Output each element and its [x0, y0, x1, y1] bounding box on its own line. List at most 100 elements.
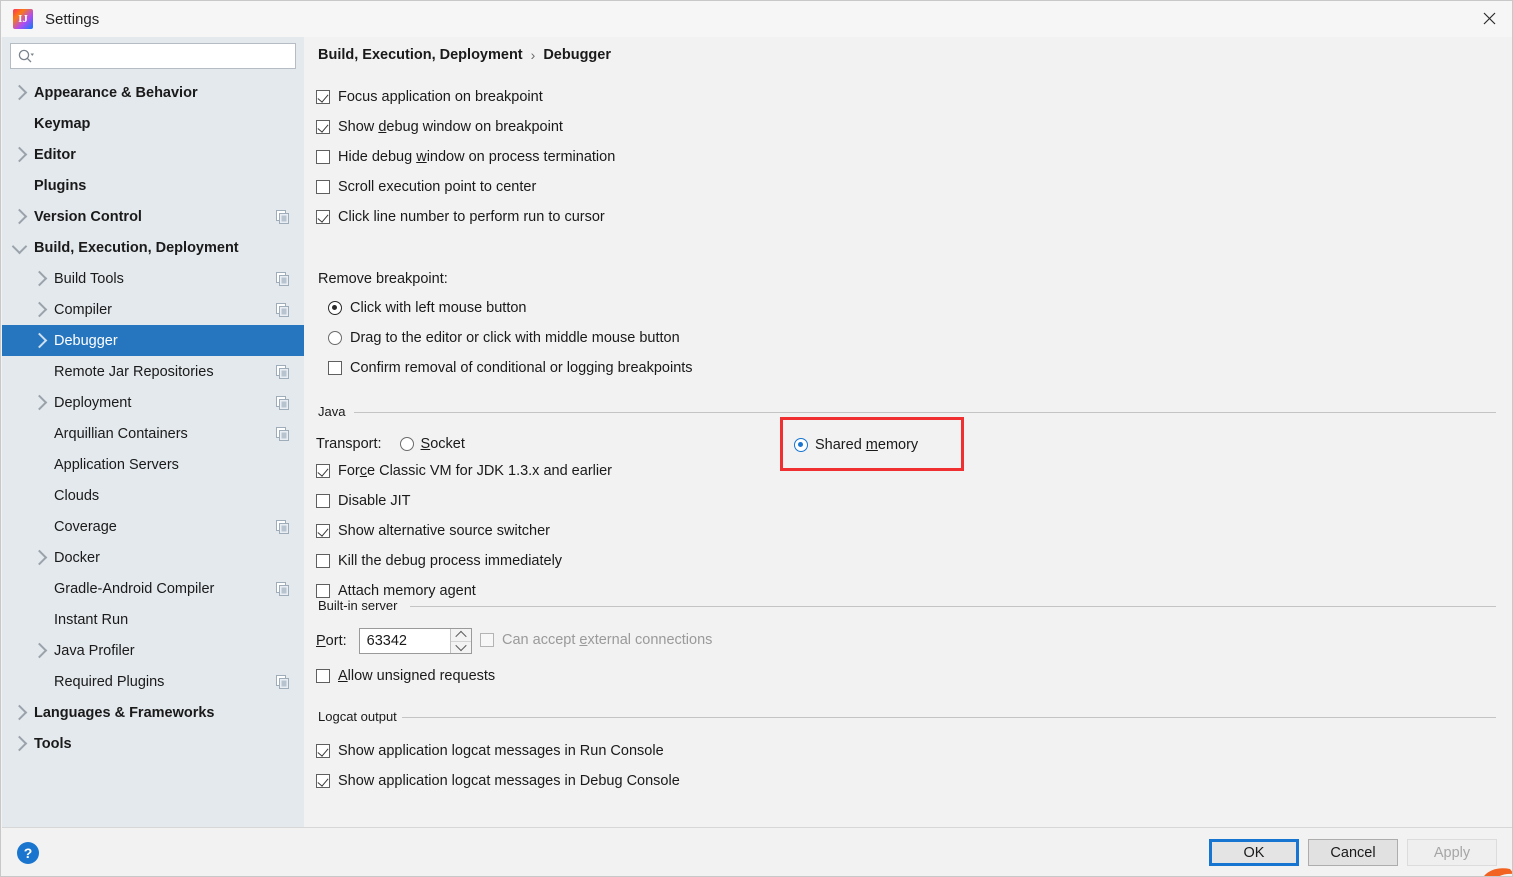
sidebar-item-version-control[interactable]: Version Control [2, 201, 304, 232]
chevron-right-icon[interactable] [11, 208, 34, 225]
port-stepper[interactable] [358, 628, 472, 654]
copy-settings-icon[interactable] [276, 209, 290, 224]
sidebar-item-deployment[interactable]: Deployment [2, 387, 304, 418]
chevron-right-icon[interactable] [11, 84, 34, 101]
chevron-right-icon[interactable] [31, 332, 54, 349]
sidebar-item-arquillian-containers[interactable]: Arquillian Containers [2, 418, 304, 449]
checkbox-input[interactable] [316, 120, 330, 134]
checkbox-input[interactable] [316, 774, 330, 788]
cancel-button[interactable]: Cancel [1308, 839, 1398, 866]
sidebar-item-label: Coverage [54, 518, 117, 535]
confirm-removal-checkbox[interactable]: Confirm removal of conditional or loggin… [316, 353, 693, 383]
port-spinner[interactable] [449, 629, 471, 654]
copy-settings-icon[interactable] [276, 581, 290, 596]
java-option-show-alternative-source-switcher[interactable]: Show alternative source switcher [316, 516, 612, 546]
checkbox-input[interactable] [328, 361, 342, 375]
port-input[interactable] [359, 629, 450, 653]
checkbox-input[interactable] [316, 744, 330, 758]
search-input[interactable] [35, 46, 295, 66]
radio-shared-memory[interactable] [794, 438, 808, 452]
copy-settings-icon[interactable] [276, 364, 290, 379]
can-accept-external-connections-row[interactable]: Can accept external connections [480, 632, 712, 648]
sidebar-item-instant-run[interactable]: Instant Run [2, 604, 304, 635]
sidebar-item-docker[interactable]: Docker [2, 542, 304, 573]
java-option-force-classic-vm-for-jdk-1-3-x-and-earlier[interactable]: Force Classic VM for JDK 1.3.x and earli… [316, 456, 612, 486]
java-option-disable-jit[interactable]: Disable JIT [316, 486, 612, 516]
chevron-right-icon[interactable] [11, 146, 34, 163]
title-bar: IJ Settings [1, 1, 1512, 37]
sidebar-item-debugger[interactable]: Debugger [2, 325, 304, 356]
transport-option-socket[interactable]: Socket [399, 436, 465, 452]
radio-input[interactable] [328, 301, 342, 315]
close-icon[interactable] [1466, 1, 1512, 35]
copy-settings-icon[interactable] [276, 271, 290, 286]
sidebar-item-coverage[interactable]: Coverage [2, 511, 304, 542]
allow-unsigned-requests-checkbox[interactable]: Allow unsigned requests [316, 661, 495, 691]
checkbox-input[interactable] [316, 494, 330, 508]
sidebar-item-tools[interactable]: Tools [2, 728, 304, 759]
copy-settings-icon[interactable] [276, 426, 290, 441]
sidebar-item-keymap[interactable]: Keymap [2, 108, 304, 139]
option-focus-application-on-breakpoint[interactable]: Focus application on breakpoint [316, 82, 615, 112]
sidebar-item-languages-frameworks[interactable]: Languages & Frameworks [2, 697, 304, 728]
checkbox-input[interactable] [316, 210, 330, 224]
logcat-option-1[interactable]: Show application logcat messages in Debu… [316, 766, 680, 796]
checkbox-input[interactable] [316, 554, 330, 568]
checkbox-input[interactable] [316, 150, 330, 164]
checkbox-input[interactable] [316, 584, 330, 598]
checkbox-external-connections[interactable] [480, 633, 494, 647]
option-scroll-execution-point-to-center[interactable]: Scroll execution point to center [316, 172, 615, 202]
remove-breakpoint-radio-1[interactable]: Drag to the editor or click with middle … [316, 323, 693, 353]
radio-socket[interactable] [399, 437, 414, 451]
logcat-option-0[interactable]: Show application logcat messages in Run … [316, 736, 680, 766]
remove-breakpoint-radio-0[interactable]: Click with left mouse button [316, 293, 693, 323]
copy-settings-icon[interactable] [276, 674, 290, 689]
sidebar-item-appearance-behavior[interactable]: Appearance & Behavior [2, 77, 304, 108]
sidebar-item-build-execution-deployment[interactable]: Build, Execution, Deployment [2, 232, 304, 263]
checkbox-input[interactable] [316, 464, 330, 478]
window-title: Settings [45, 10, 100, 28]
chevron-right-icon[interactable] [31, 301, 54, 318]
chevron-right-icon[interactable] [31, 549, 54, 566]
sidebar-item-label: Deployment [54, 394, 132, 411]
sidebar-item-editor[interactable]: Editor [2, 139, 304, 170]
checkbox-input[interactable] [316, 524, 330, 538]
copy-settings-icon[interactable] [276, 395, 290, 410]
search-icon [17, 48, 35, 64]
sidebar-item-required-plugins[interactable]: Required Plugins [2, 666, 304, 697]
breadcrumb-parent[interactable]: Build, Execution, Deployment [318, 47, 523, 63]
ok-button[interactable]: OK [1209, 839, 1299, 866]
sidebar-item-build-tools[interactable]: Build Tools [2, 263, 304, 294]
intellij-idea-icon: IJ [13, 9, 33, 29]
chevron-right-icon[interactable] [31, 394, 54, 411]
search-box[interactable] [10, 43, 296, 69]
sidebar-item-remote-jar-repositories[interactable]: Remote Jar Repositories [2, 356, 304, 387]
chevron-right-icon[interactable] [31, 270, 54, 287]
option-show-debug-window-on-breakpoint[interactable]: Show debug window on breakpoint [316, 112, 615, 142]
sidebar-item-label: Keymap [34, 115, 91, 132]
sidebar-item-clouds[interactable]: Clouds [2, 480, 304, 511]
sidebar-item-java-profiler[interactable]: Java Profiler [2, 635, 304, 666]
radio-input[interactable] [328, 331, 342, 345]
chevron-right-icon[interactable] [11, 704, 34, 721]
copy-settings-icon[interactable] [276, 302, 290, 317]
help-button[interactable]: ? [17, 842, 39, 864]
checkbox-input[interactable] [316, 90, 330, 104]
java-option-disable-jit-label: Disable JIT [338, 493, 411, 509]
option-hide-debug-window-on-process-termination[interactable]: Hide debug window on process termination [316, 142, 615, 172]
sidebar-item-plugins[interactable]: Plugins [2, 170, 304, 201]
checkbox-input[interactable] [316, 669, 330, 683]
logcat-option-1-label: Show application logcat messages in Debu… [338, 773, 680, 789]
transport-option-shared-memory[interactable]: Shared memory [794, 435, 923, 455]
sidebar-item-compiler[interactable]: Compiler [2, 294, 304, 325]
chevron-right-icon[interactable] [31, 642, 54, 659]
option-click-line-number-to-perform-run-to-cursor[interactable]: Click line number to perform run to curs… [316, 202, 615, 232]
spinner-down-button[interactable] [451, 640, 471, 654]
chevron-right-icon[interactable] [11, 735, 34, 752]
checkbox-input[interactable] [316, 180, 330, 194]
chevron-down-icon[interactable] [11, 238, 34, 254]
sidebar-item-application-servers[interactable]: Application Servers [2, 449, 304, 480]
java-option-kill-the-debug-process-immediately[interactable]: Kill the debug process immediately [316, 546, 612, 576]
copy-settings-icon[interactable] [276, 519, 290, 534]
sidebar-item-gradle-android-compiler[interactable]: Gradle-Android Compiler [2, 573, 304, 604]
